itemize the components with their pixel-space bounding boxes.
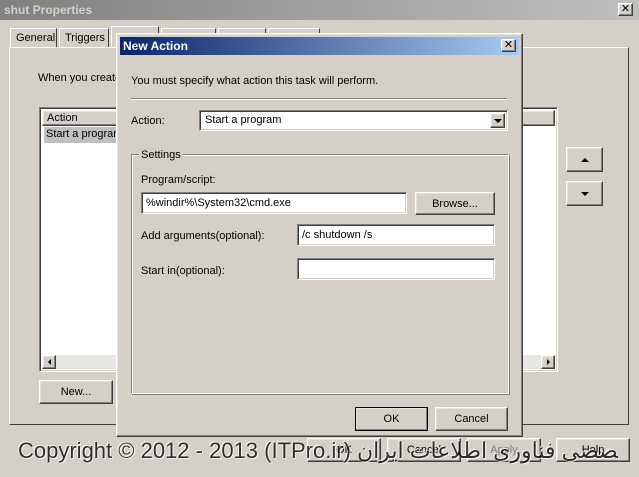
args-input[interactable]: /c shutdown /s bbox=[297, 224, 495, 246]
dialog-close-icon[interactable]: ✕ bbox=[501, 39, 516, 52]
startin-input[interactable] bbox=[297, 258, 495, 280]
scroll-right-button[interactable] bbox=[541, 355, 555, 369]
scroll-right-icon bbox=[546, 359, 550, 365]
program-input[interactable]: %windir%\System32\cmd.exe bbox=[141, 192, 407, 214]
action-label: Action: bbox=[131, 115, 165, 127]
parent-title: shut Properties bbox=[4, 3, 93, 17]
chevron-down-icon[interactable] bbox=[490, 113, 505, 128]
action-select-value: Start a program bbox=[205, 114, 282, 126]
instruction-divider bbox=[131, 98, 507, 100]
dialog-titlebar[interactable]: New Action ✕ bbox=[120, 37, 519, 55]
args-label: Add arguments(optional): bbox=[141, 230, 265, 242]
new-action-dialog: New Action ✕ You must specify what actio… bbox=[116, 33, 523, 437]
move-up-button[interactable] bbox=[566, 147, 603, 172]
tab-general[interactable]: General bbox=[10, 28, 57, 48]
actions-intro-text: When you create bbox=[38, 72, 122, 84]
dialog-cancel-button[interactable]: Cancel bbox=[435, 407, 508, 431]
dialog-title: New Action bbox=[123, 39, 188, 53]
tab-triggers[interactable]: Triggers bbox=[59, 28, 109, 48]
dialog-ok-button[interactable]: OK bbox=[355, 407, 428, 431]
scroll-left-button[interactable] bbox=[42, 355, 56, 369]
new-action-button[interactable]: New... bbox=[39, 380, 113, 404]
parent-close-icon[interactable]: ✕ bbox=[618, 3, 633, 16]
parent-titlebar[interactable]: shut Properties ✕ bbox=[0, 0, 639, 20]
scroll-left-icon bbox=[47, 359, 51, 365]
copyright-watermark: Copyright © 2012 - 2013 (ITPro.ir) انجمن… bbox=[18, 438, 618, 463]
action-select[interactable]: Start a program bbox=[199, 110, 508, 131]
settings-group-label: Settings bbox=[139, 149, 183, 161]
arrow-down-icon bbox=[580, 191, 589, 196]
move-down-button[interactable] bbox=[566, 181, 603, 206]
program-label: Program/script: bbox=[141, 174, 216, 186]
dialog-instruction: You must specify what action this task w… bbox=[131, 75, 379, 87]
arrow-up-icon bbox=[580, 157, 589, 162]
startin-label: Start in(optional): bbox=[141, 265, 225, 277]
browse-button[interactable]: Browse... bbox=[415, 192, 495, 215]
